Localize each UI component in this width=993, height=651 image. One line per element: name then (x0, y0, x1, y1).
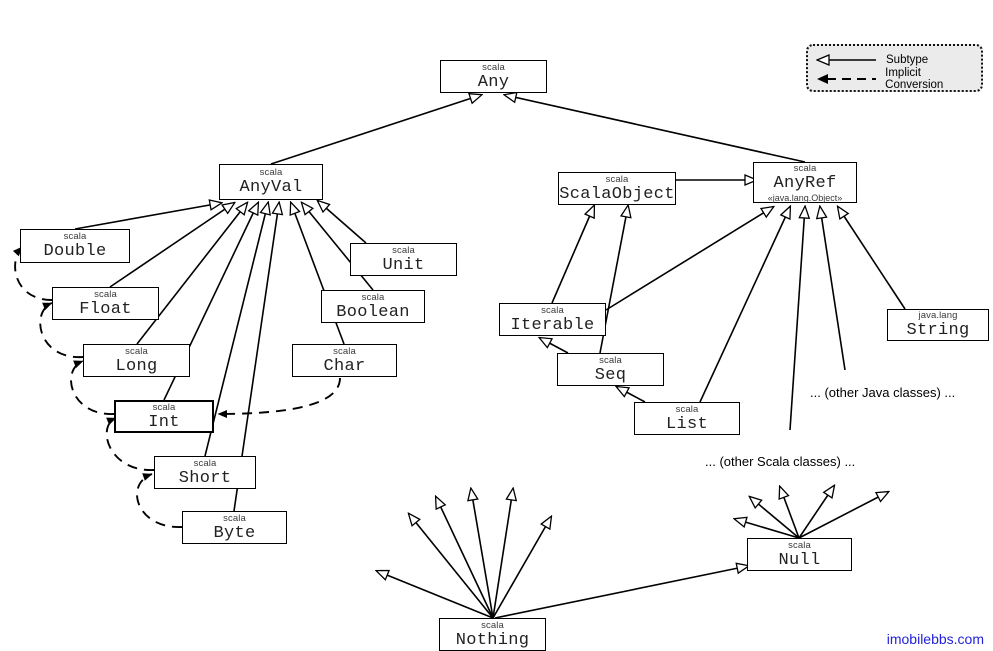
class-node-package: scala (793, 162, 817, 174)
subtype-arrow-icon (816, 54, 876, 66)
implicit-conversion-arrow-icon (817, 74, 876, 84)
class-node-long: scala Long (83, 344, 190, 377)
class-node-anyval: scala AnyVal (219, 164, 323, 200)
class-node-package: scala (481, 619, 504, 631)
class-node-name: List (665, 414, 708, 434)
class-node-name: Nothing (455, 630, 530, 650)
class-node-iterable: scala Iterable (499, 303, 606, 336)
class-node-package: scala (788, 539, 811, 551)
class-node-package: scala (333, 345, 356, 357)
class-node-package: scala (605, 173, 629, 185)
class-node-null: scala Null (747, 538, 852, 571)
class-node-package: scala (125, 345, 148, 357)
annotation-other-java: ... (other Java classes) ... (810, 385, 956, 400)
class-node-package: scala (392, 244, 415, 256)
class-node-list: scala List (634, 402, 740, 435)
class-node-package: scala (223, 512, 246, 524)
class-node-boolean: scala Boolean (321, 290, 425, 323)
class-node-name: Boolean (336, 302, 410, 322)
class-node-package: scala (675, 403, 699, 415)
class-node-nothing: scala Nothing (439, 618, 546, 651)
class-node-name: Unit (382, 255, 425, 275)
class-node-name: Double (43, 242, 107, 261)
class-node-package: scala (482, 61, 505, 73)
class-node-unit: scala Unit (350, 243, 457, 276)
class-node-package: scala (599, 354, 622, 366)
class-node-stereotype: «java.lang.Object» (767, 192, 843, 203)
scala-type-hierarchy-diagram: Subtype Implicit Conversion scala Any scal… (0, 0, 993, 651)
class-node-package: scala (541, 304, 564, 316)
class-node-double: scala Double (20, 229, 130, 263)
class-node-scalaobject: scala ScalaObject (558, 172, 676, 205)
legend-implicit-label: Implicit Conversion (885, 67, 944, 91)
class-node-anyref: scala AnyRef «java.lang.Object» (753, 162, 857, 203)
class-node-name: Seq (594, 365, 627, 385)
class-node-float: scala Float (52, 287, 159, 320)
site-watermark: imobilebbs.com (886, 631, 984, 647)
class-node-name: Byte (213, 523, 256, 543)
class-node-char: scala Char (292, 344, 397, 377)
class-node-string: java.lang String (887, 309, 989, 341)
class-node-any: scala Any (440, 60, 547, 93)
class-node-name: Int (148, 412, 180, 432)
class-node-name: Short (178, 468, 232, 488)
class-node-name: Char (323, 356, 366, 376)
class-node-package: scala (193, 457, 217, 469)
legend-subtype-label: Subtype (886, 54, 929, 66)
class-node-name: Any (477, 72, 510, 92)
class-node-name: Float (79, 299, 132, 319)
class-node-package: scala (94, 288, 117, 300)
class-node-name: AnyRef (773, 173, 837, 193)
annotation-other-scala: ... (other Scala classes) ... (705, 454, 856, 469)
class-node-package: java.lang (918, 310, 958, 321)
class-node-package: scala (63, 231, 87, 242)
class-node-short: scala Short (154, 456, 256, 489)
class-node-seq: scala Seq (557, 353, 664, 386)
legend: Subtype Implicit Conversion (806, 44, 983, 92)
class-node-package: scala (361, 291, 385, 303)
class-node-name: Long (115, 356, 158, 376)
class-node-package: scala (259, 167, 283, 178)
class-node-name: Iterable (510, 315, 595, 335)
class-node-name: String (906, 321, 970, 340)
class-node-name: ScalaObject (559, 184, 675, 204)
class-node-name: AnyVal (239, 178, 303, 197)
class-node-int: scala Int (114, 400, 214, 433)
class-node-name: Null (778, 550, 821, 570)
class-node-package: scala (152, 401, 176, 413)
class-node-byte: scala Byte (182, 511, 287, 544)
legend-row-implicit: Implicit Conversion (816, 67, 981, 91)
